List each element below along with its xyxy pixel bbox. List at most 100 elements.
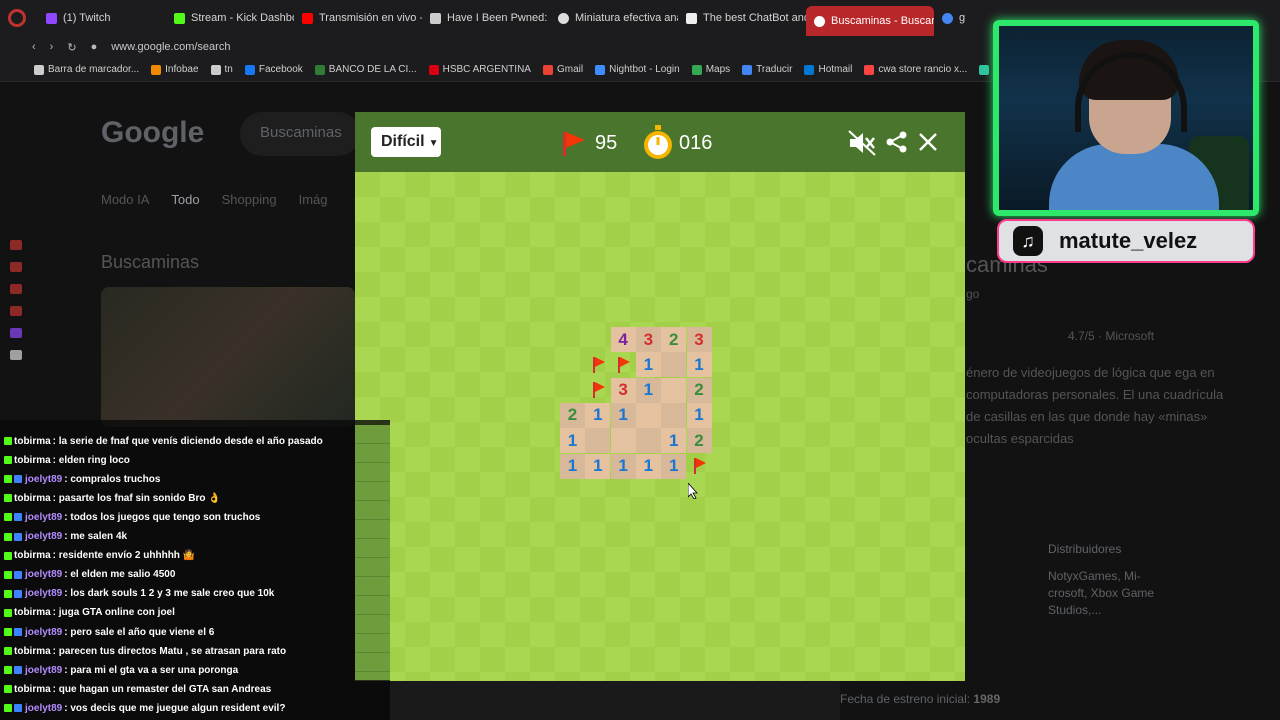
subscriber-badge-icon: [14, 570, 22, 579]
browser-logo-icon[interactable]: [8, 9, 26, 27]
share-icon[interactable]: [886, 131, 908, 153]
minefield[interactable]: 432311312211111211111: [355, 172, 965, 681]
bookmark-item[interactable]: Maps: [691, 64, 730, 75]
bookmark-item[interactable]: Barra de marcador...: [34, 64, 139, 75]
revealed-cell: 1: [686, 352, 712, 378]
chat-username[interactable]: joelyt89: [25, 569, 62, 580]
tiktok-badge: ♫ matute_velez: [997, 219, 1255, 263]
kick-icon: [4, 570, 12, 579]
revealed-cell: 1: [635, 377, 661, 403]
tab-buscaminas[interactable]: Buscaminas - Buscar con: [806, 6, 934, 36]
revealed-cell: [661, 352, 687, 378]
distributors-label[interactable]: Distribuidores: [1048, 542, 1121, 556]
bookmark-label: Gmail: [556, 64, 584, 75]
difficulty-select[interactable]: Difícil ▼: [371, 127, 441, 157]
chat-username[interactable]: joelyt89: [25, 703, 62, 714]
chat-message: joelyt89: el elden me salio 4500: [4, 566, 175, 584]
chat-username[interactable]: tobirma: [14, 646, 51, 657]
result-image[interactable]: [101, 287, 355, 427]
tab-todo[interactable]: Todo: [171, 192, 199, 207]
google-logo[interactable]: Google: [101, 116, 204, 150]
bookmark-item[interactable]: Infobae: [151, 64, 199, 75]
subscriber-badge-icon: [14, 628, 22, 636]
forward-icon[interactable]: ›: [50, 41, 54, 53]
flagged-cell[interactable]: [687, 454, 712, 479]
bookmark-item[interactable]: Traducir: [742, 64, 792, 75]
revealed-cell: 2: [560, 402, 585, 428]
chat-username[interactable]: tobirma: [14, 607, 51, 618]
chat-text: : parecen tus directos Matu , se atrasan…: [52, 645, 287, 657]
bookmark-item[interactable]: Facebook: [244, 64, 303, 75]
kick-icon: [4, 475, 12, 484]
tab-hibp[interactable]: Have I Been Pwned: Dox: [422, 0, 550, 36]
back-icon[interactable]: ‹: [32, 41, 36, 53]
knowledge-panel-rating[interactable]: 4.7/5 · Microsoft: [1068, 329, 1154, 343]
revealed-cell: 1: [560, 453, 585, 479]
flagged-cell[interactable]: [611, 352, 636, 377]
chat-username[interactable]: tobirma: [14, 550, 51, 561]
revealed-cell: [635, 402, 661, 428]
mute-icon[interactable]: [848, 130, 876, 156]
bookmark-item[interactable]: HSBC ARGENTINA: [428, 64, 531, 75]
chat-username[interactable]: joelyt89: [25, 531, 62, 542]
subscriber-badge-icon: [14, 475, 22, 484]
chat-username[interactable]: joelyt89: [25, 474, 62, 485]
tab-chatbot[interactable]: The best ChatBot and Wi: [678, 0, 806, 36]
globe-icon: [558, 12, 569, 24]
flagged-cell[interactable]: [585, 352, 610, 377]
tab-imagenes[interactable]: Imág: [299, 192, 328, 207]
kick-icon: [4, 685, 12, 694]
chat-username[interactable]: joelyt89: [25, 512, 62, 523]
chat-text: : compralos truchos: [64, 473, 161, 485]
revealed-cell: 1: [610, 402, 636, 428]
kick-icon: [4, 608, 12, 617]
chat-username[interactable]: tobirma: [14, 436, 51, 447]
bookmark-icon: [742, 64, 753, 75]
tab-twitch[interactable]: (1) Twitch: [38, 0, 166, 36]
chat-username[interactable]: joelyt89: [25, 665, 62, 676]
bookmark-label: BANCO DE LA CI...: [328, 64, 417, 75]
chevron-down-icon: ▼: [428, 138, 439, 149]
revealed-cell: 3: [610, 377, 636, 403]
bookmark-item[interactable]: Hotmail: [804, 64, 852, 75]
revealed-cell: 1: [635, 453, 661, 479]
tab-google-extra[interactable]: g: [934, 0, 974, 36]
kick-icon: [4, 437, 12, 445]
webcam-overlay: [993, 20, 1259, 216]
chat-username[interactable]: tobirma: [14, 684, 51, 695]
chat-username[interactable]: tobirma: [14, 455, 51, 466]
flagged-cell[interactable]: [585, 378, 610, 403]
chat-message: tobirma: elden ring loco: [4, 451, 130, 469]
tab-shopping[interactable]: Shopping: [222, 192, 277, 207]
stream-frame: { "browser": { "tabs": [ {"label": "(1) …: [0, 0, 1280, 720]
chat-username[interactable]: tobirma: [14, 493, 51, 504]
bottom-bar: [390, 681, 840, 720]
subscriber-badge-icon: [14, 666, 22, 675]
bookmark-item[interactable]: Nightbot - Login: [595, 64, 680, 75]
chat-username[interactable]: joelyt89: [25, 627, 62, 638]
mouse-cursor-icon: [688, 483, 698, 499]
chat-text: : me salen 4k: [64, 531, 128, 542]
revealed-cell: 1: [560, 428, 585, 454]
close-icon[interactable]: [917, 131, 939, 153]
chat-message: joelyt89: los dark souls 1 2 y 3 me sale…: [4, 585, 274, 603]
url-field[interactable]: www.google.com/search: [111, 41, 230, 53]
tab-kick[interactable]: Stream - Kick Dashboard: [166, 0, 294, 36]
chatbot-icon: [686, 12, 697, 24]
tab-miniatura[interactable]: Miniatura efectiva análisis: [550, 0, 678, 36]
bookmark-item[interactable]: BANCO DE LA CI...: [314, 64, 417, 75]
kick-icon: [4, 532, 12, 541]
bookmark-item[interactable]: cwa store rancio x...: [864, 64, 967, 75]
reload-icon[interactable]: ↻: [67, 41, 76, 54]
tab-modo-ia[interactable]: Modo IA: [101, 192, 149, 207]
site-info-icon[interactable]: ●: [91, 41, 98, 53]
tab-youtube[interactable]: Transmisión en vivo - You: [294, 0, 422, 36]
kick-icon: [4, 494, 12, 503]
chat-username[interactable]: joelyt89: [25, 588, 62, 599]
chat-message: joelyt89: para mi el gta va a ser una po…: [4, 661, 238, 679]
subscriber-badge-icon: [14, 589, 22, 598]
bookmark-item[interactable]: tn: [210, 64, 233, 75]
bookmark-item[interactable]: Gmail: [542, 64, 584, 75]
search-input[interactable]: Buscaminas: [240, 112, 360, 156]
revealed-cell: 1: [661, 428, 687, 454]
